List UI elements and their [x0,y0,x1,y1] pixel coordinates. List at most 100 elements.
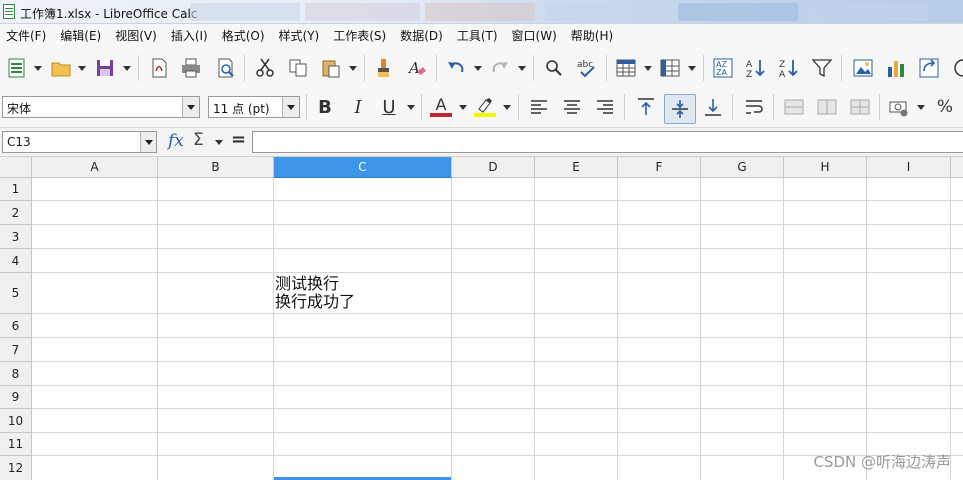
align-right-button[interactable] [592,94,618,120]
new-dropdown[interactable] [33,55,43,81]
select-all-corner[interactable] [0,157,32,178]
paste-button[interactable] [318,55,344,81]
save-button[interactable] [92,55,118,81]
column-header-partial[interactable] [951,157,963,178]
undo-dropdown[interactable] [473,55,483,81]
new-spreadsheet-button[interactable] [4,55,30,81]
align-top-button[interactable] [633,94,659,120]
highlight-color-dropdown[interactable] [502,94,512,120]
column-header-h[interactable]: H [784,157,867,178]
column-header-b[interactable]: B [158,157,274,178]
menu-tools[interactable]: 工具(T) [457,27,498,44]
underline-dropdown[interactable] [406,94,416,120]
column-header-e[interactable]: E [535,157,618,178]
row-header-1[interactable]: 1 [0,178,32,201]
find-replace-button[interactable] [541,55,567,81]
align-center-button[interactable] [559,94,585,120]
column-header-g[interactable]: G [701,157,784,178]
menu-sheet[interactable]: 工作表(S) [333,27,386,44]
sort-descending-button[interactable]: ZA [776,55,802,81]
save-dropdown[interactable] [122,55,132,81]
percent-format-button[interactable]: % [932,94,958,120]
menu-window[interactable]: 窗口(W) [512,27,557,44]
row-button[interactable] [613,55,639,81]
menu-format[interactable]: 格式(O) [222,27,265,44]
sum-dropdown[interactable] [214,130,224,154]
menu-data[interactable]: 数据(D) [400,27,443,44]
wrap-text-button[interactable] [741,94,767,120]
special-character-button[interactable] [950,55,963,81]
column-header-f[interactable]: F [618,157,701,178]
name-box[interactable]: C13 [2,131,157,153]
formula-input[interactable] [252,131,963,153]
font-color-button[interactable]: A [428,94,454,120]
column-header-d[interactable]: D [452,157,535,178]
chevron-down-icon[interactable] [282,97,299,117]
highlight-color-button[interactable] [472,94,498,120]
print-button[interactable] [178,55,204,81]
open-dropdown[interactable] [77,55,87,81]
column-header-i[interactable]: I [867,157,951,178]
merge-cells-button[interactable] [781,94,807,120]
menu-view[interactable]: 视图(V) [115,27,157,44]
unmerge-cells-button[interactable] [847,94,873,120]
align-left-button[interactable] [526,94,552,120]
cell-c5[interactable]: 测试换行 换行成功了 [275,275,451,311]
sum-icon[interactable]: Σ [193,130,204,150]
redo-dropdown[interactable] [517,55,527,81]
column-header-a[interactable]: A [32,157,158,178]
menu-file[interactable]: 文件(F) [6,27,46,44]
center-vertically-button[interactable] [664,94,696,124]
column-dropdown[interactable] [687,55,697,81]
underline-button[interactable]: U [376,94,402,120]
open-button[interactable] [48,55,74,81]
row-header-5[interactable]: 5 [0,273,32,314]
row-header-8[interactable]: 8 [0,362,32,386]
bold-button[interactable]: B [312,94,338,120]
redo-button[interactable] [487,55,513,81]
insert-image-button[interactable] [850,55,876,81]
font-name-box[interactable]: 宋体 [2,96,200,118]
currency-format-button[interactable] [886,94,912,120]
copy-button[interactable] [285,55,311,81]
row-header-10[interactable]: 10 [0,409,32,433]
clone-formatting-button[interactable] [371,55,397,81]
row-header-12[interactable]: 12 [0,456,32,480]
merge-center-button[interactable] [814,94,840,120]
row-header-3[interactable]: 3 [0,225,32,249]
spreadsheet-grid[interactable]: A B C D E F G H I 1 2 3 4 5 6 7 8 9 10 1… [0,157,963,480]
row-header-6[interactable]: 6 [0,314,32,338]
row-header-7[interactable]: 7 [0,338,32,362]
paste-dropdown[interactable] [348,55,358,81]
insert-chart-button[interactable] [883,55,909,81]
sort-button[interactable]: AZ ZA [710,55,736,81]
row-header-2[interactable]: 2 [0,201,32,225]
autofilter-button[interactable] [809,55,835,81]
font-color-dropdown[interactable] [458,94,468,120]
align-bottom-button[interactable] [700,94,726,120]
column-button[interactable] [657,55,683,81]
row-header-9[interactable]: 9 [0,386,32,409]
undo-button[interactable] [443,55,469,81]
cut-button[interactable] [252,55,278,81]
chevron-down-icon[interactable] [140,132,156,152]
chevron-down-icon[interactable] [182,97,199,117]
menu-styles[interactable]: 样式(Y) [279,27,320,44]
export-pdf-button[interactable] [146,55,172,81]
row-header-4[interactable]: 4 [0,249,32,273]
italic-button[interactable]: I [345,94,371,120]
row-dropdown[interactable] [643,55,653,81]
menu-insert[interactable]: 插入(I) [171,27,208,44]
sort-ascending-button[interactable]: AZ [743,55,769,81]
row-header-11[interactable]: 11 [0,433,32,456]
function-wizard-icon[interactable]: fx [168,131,184,151]
clear-formatting-button[interactable]: A [404,55,430,81]
formula-equals-icon[interactable]: = [231,129,246,150]
column-header-c[interactable]: C [274,157,452,178]
print-preview-button[interactable] [213,55,239,81]
spelling-button[interactable]: abc [574,55,600,81]
currency-format-dropdown[interactable] [916,94,926,120]
pivot-table-button[interactable] [916,55,942,81]
menu-edit[interactable]: 编辑(E) [60,27,101,44]
menu-help[interactable]: 帮助(H) [571,27,613,44]
